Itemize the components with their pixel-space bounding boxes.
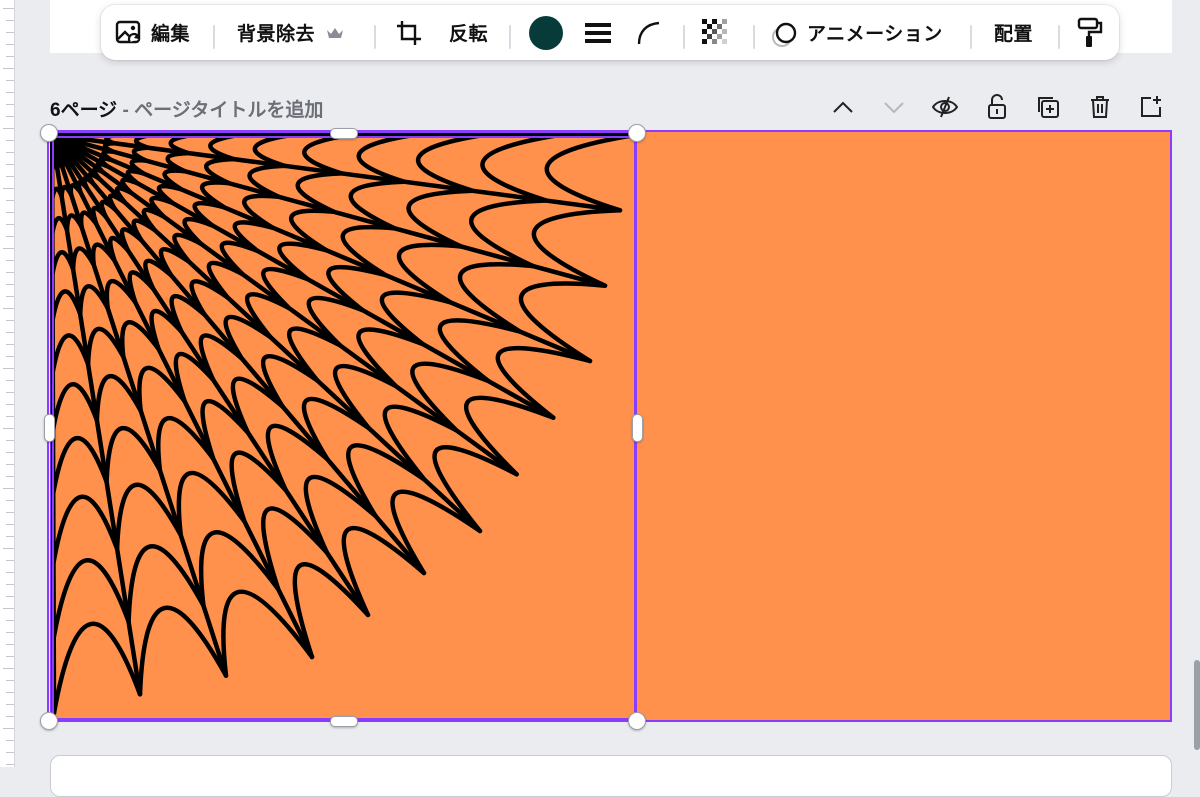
toolbar-divider [970,25,972,49]
lock-page-button[interactable] [984,94,1010,120]
chevron-down-icon [884,102,904,114]
border-style-icon [585,22,611,43]
toolbar-divider [213,25,215,49]
copy-style-icon [1077,17,1103,47]
page-title[interactable]: 6ページ - ページタイトルを追加 [50,95,323,122]
corner-rounding-button[interactable] [636,5,662,60]
background-remover-button[interactable]: 背景除去 [237,5,345,60]
resize-handle-bottom-left[interactable] [40,712,58,730]
resize-handle-left[interactable] [44,414,55,442]
animation-label: アニメーション [807,24,943,45]
bg-remove-label: 背景除去 [237,24,316,45]
resize-handle-bottom-right[interactable] [628,712,646,730]
duplicate-page-icon [1038,97,1059,118]
duplicate-page-button[interactable] [1035,94,1061,120]
toolbar-divider [1058,25,1060,49]
edit-image-icon [115,20,141,43]
toolbar-divider [509,25,511,49]
copy-style-button[interactable] [1077,5,1103,60]
animation-icon [772,22,797,47]
toolbar-divider [374,25,376,49]
chevron-up-icon [833,101,853,113]
hide-icon [932,96,958,118]
selection-inner-border [52,136,636,720]
toolbar-divider [683,25,685,49]
edit-label: 編集 [151,24,191,45]
resize-handle-bottom[interactable] [330,716,358,727]
vertical-scrollbar[interactable] [1194,660,1200,750]
delete-page-button[interactable] [1087,94,1113,120]
resize-handle-top-left[interactable] [40,124,58,142]
animation-button[interactable]: アニメーション [771,5,943,60]
resize-handle-top[interactable] [330,128,358,139]
edit-button[interactable]: 編集 [115,5,190,60]
add-page-icon [1141,96,1161,117]
flip-button[interactable]: 反転 [449,5,488,60]
corner-rounding-icon [637,21,660,44]
transparency-button[interactable] [702,5,730,60]
title-separator: - [117,100,135,121]
hide-page-button[interactable] [932,94,958,120]
flip-label: 反転 [449,24,489,45]
vertical-ruler [0,0,15,767]
resize-handle-right[interactable] [632,414,643,442]
toolbar-divider [753,25,755,49]
crop-button[interactable] [395,5,423,60]
move-page-down-button[interactable] [881,94,907,120]
next-page-bar[interactable] [50,755,1172,797]
crown-icon [327,27,344,38]
trash-icon [1091,96,1109,118]
add-page-button[interactable] [1138,94,1164,120]
position-label: 配置 [994,24,1034,45]
lock-icon [988,94,1006,119]
color-swatch[interactable] [529,16,563,50]
page-title-placeholder[interactable]: ページタイトルを追加 [134,100,323,121]
resize-handle-top-right[interactable] [628,124,646,142]
position-button[interactable]: 配置 [994,5,1033,60]
transparency-icon [702,18,727,44]
page-number: 6ページ [50,100,118,121]
border-style-button[interactable] [584,5,612,60]
move-page-up-button[interactable] [830,94,856,120]
element-toolbar: 編集 背景除去 反転 アニメーション 配置 [101,5,1119,60]
crop-icon [397,20,421,45]
